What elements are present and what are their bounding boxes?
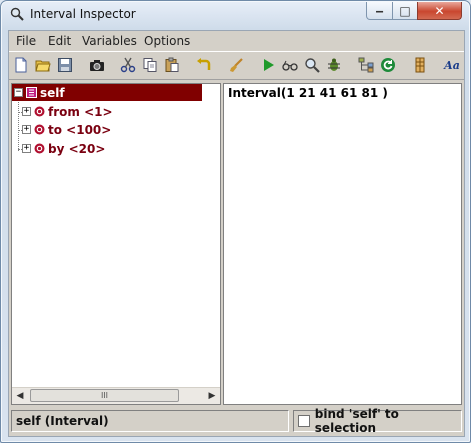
search-icon <box>305 58 320 73</box>
hierarchy-button[interactable] <box>357 56 375 74</box>
refresh-button[interactable] <box>379 56 397 74</box>
client-area: File Edit Variables Options Aa − self + … <box>8 30 465 437</box>
search-button[interactable] <box>303 56 321 74</box>
expand-toggle[interactable]: + <box>22 125 31 134</box>
minimize-button[interactable]: ‒ <box>366 2 393 20</box>
menu-file[interactable]: File <box>16 34 36 48</box>
cut-button[interactable] <box>119 56 137 74</box>
expand-toggle[interactable]: + <box>22 107 31 116</box>
undo-icon <box>197 58 211 70</box>
brush-button[interactable] <box>227 56 245 74</box>
open-button[interactable] <box>34 56 52 74</box>
font-icon: Aa <box>444 58 460 72</box>
collapse-toggle[interactable]: − <box>14 88 23 97</box>
menu-variables[interactable]: Variables <box>82 34 137 48</box>
tree-item-label: from <1> <box>48 104 113 119</box>
tree-item-to[interactable]: + to <100> <box>22 121 111 138</box>
camera-icon <box>90 60 104 71</box>
browser-button[interactable] <box>411 56 429 74</box>
font-button[interactable]: Aa <box>443 56 461 74</box>
magnifier-app-icon <box>10 7 24 21</box>
status-bar: self (Interval) bind 'self' to selection <box>9 407 464 436</box>
copy-button[interactable] <box>141 56 159 74</box>
new-icon <box>15 57 27 73</box>
tree-item-label: self <box>40 85 65 100</box>
close-button[interactable]: ✕ <box>417 2 462 20</box>
debug-bug-icon <box>328 58 340 71</box>
tree-item-label: by <20> <box>48 141 106 156</box>
status-text: self (Interval) <box>11 410 289 432</box>
bind-self-label[interactable]: bind 'self' to selection <box>315 407 461 435</box>
copy-icon <box>143 58 157 72</box>
bind-self-option[interactable]: bind 'self' to selection <box>293 407 462 435</box>
instance-variable-icon <box>34 124 45 135</box>
scroll-left-arrow[interactable]: ◀ <box>12 388 28 404</box>
run-icon <box>264 59 274 71</box>
browser-icon <box>415 57 425 73</box>
tree-item-by[interactable]: + by <20> <box>22 140 105 157</box>
inspector-window: Interval Inspector ‒ □ ✕ File Edit Varia… <box>0 0 471 443</box>
title-bar[interactable]: Interval Inspector ‒ □ ✕ <box>1 1 470 29</box>
scroll-thumb[interactable]: III <box>30 389 179 402</box>
tree-guide-line <box>18 97 19 151</box>
inspect-button[interactable] <box>281 56 299 74</box>
tree-item-from[interactable]: + from <1> <box>22 103 113 120</box>
toolbar: Aa <box>9 51 464 80</box>
inspect-glasses-icon <box>282 60 298 71</box>
paste-icon <box>165 57 179 72</box>
bind-self-checkbox[interactable] <box>298 415 310 427</box>
tree-pane[interactable]: − self + from <1> + to <100> + by <20> ◀ <box>11 83 221 405</box>
save-button[interactable] <box>56 56 74 74</box>
paste-button[interactable] <box>163 56 181 74</box>
new-button[interactable] <box>12 56 30 74</box>
tree-item-self[interactable]: − self <box>12 84 202 101</box>
value-pane[interactable]: Interval(1 21 41 61 81 ) <box>223 83 462 405</box>
menu-bar: File Edit Variables Options <box>9 31 464 50</box>
refresh-icon <box>381 58 395 72</box>
horizontal-scrollbar[interactable]: ◀ III ▶ <box>12 387 220 404</box>
expand-toggle[interactable]: + <box>22 144 31 153</box>
undo-button[interactable] <box>195 56 213 74</box>
object-node-icon <box>26 87 37 98</box>
menu-edit[interactable]: Edit <box>48 34 71 48</box>
menu-options[interactable]: Options <box>144 34 190 48</box>
window-title: Interval Inspector <box>30 7 136 21</box>
tree-item-label: to <100> <box>48 122 112 137</box>
cut-icon <box>120 57 136 73</box>
brush-icon <box>230 58 243 72</box>
value-text[interactable]: Interval(1 21 41 61 81 ) <box>228 86 388 100</box>
scroll-right-arrow[interactable]: ▶ <box>204 388 220 404</box>
instance-variable-icon <box>34 106 45 117</box>
camera-button[interactable] <box>88 56 106 74</box>
debug-button[interactable] <box>325 56 343 74</box>
open-icon <box>35 60 51 72</box>
hierarchy-icon <box>358 57 374 73</box>
run-button[interactable] <box>259 56 277 74</box>
maximize-button[interactable]: □ <box>392 2 418 20</box>
save-icon <box>58 58 72 72</box>
instance-variable-icon <box>34 143 45 154</box>
